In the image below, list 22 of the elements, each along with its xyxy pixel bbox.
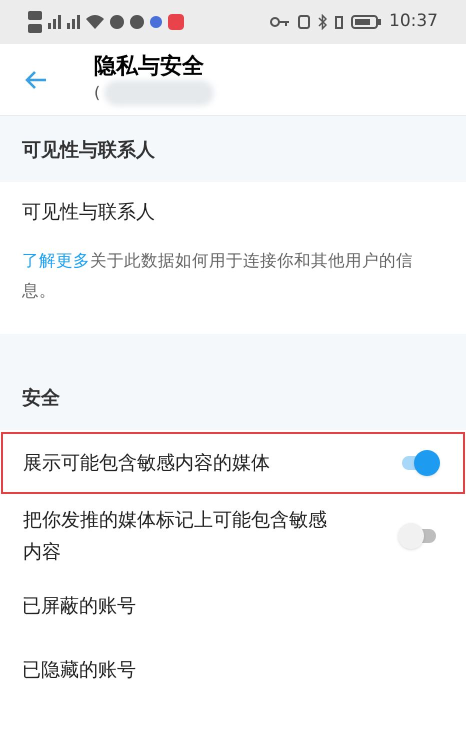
battery-icon [351, 15, 381, 29]
settings-row[interactable]: 已隐藏的账号 [0, 640, 466, 700]
settings-row[interactable]: 已屏蔽的账号 [0, 576, 466, 636]
back-icon[interactable] [24, 70, 48, 90]
wifi-icon [86, 15, 104, 29]
section-title: 可见性与联系人 [22, 138, 155, 162]
header-title: 隐私与安全 [94, 52, 205, 80]
sim-icon [28, 11, 42, 33]
row-label: 把你发推的媒体标记上可能包含敏感内容 [23, 508, 328, 565]
signal-icon [67, 15, 80, 29]
status-time: 10:37 [389, 10, 438, 34]
signal-icon [48, 15, 61, 29]
header-subtitle: ( [94, 82, 100, 104]
row-label: 展示可能包含敏感内容的媒体 [23, 451, 271, 476]
section-title: 安全 [22, 386, 60, 410]
key-icon [270, 17, 290, 27]
info-text: 了解更多关于此数据如何用于连接你和其他用户的信息。 [22, 250, 414, 302]
bluetooth-icon [318, 14, 327, 30]
row-label: 可见性与联系人 [22, 200, 155, 225]
row-label: 已屏蔽的账号 [22, 594, 136, 619]
row-label: 已隐藏的账号 [22, 658, 136, 683]
settings-row[interactable]: 可见性与联系人 [0, 182, 466, 242]
